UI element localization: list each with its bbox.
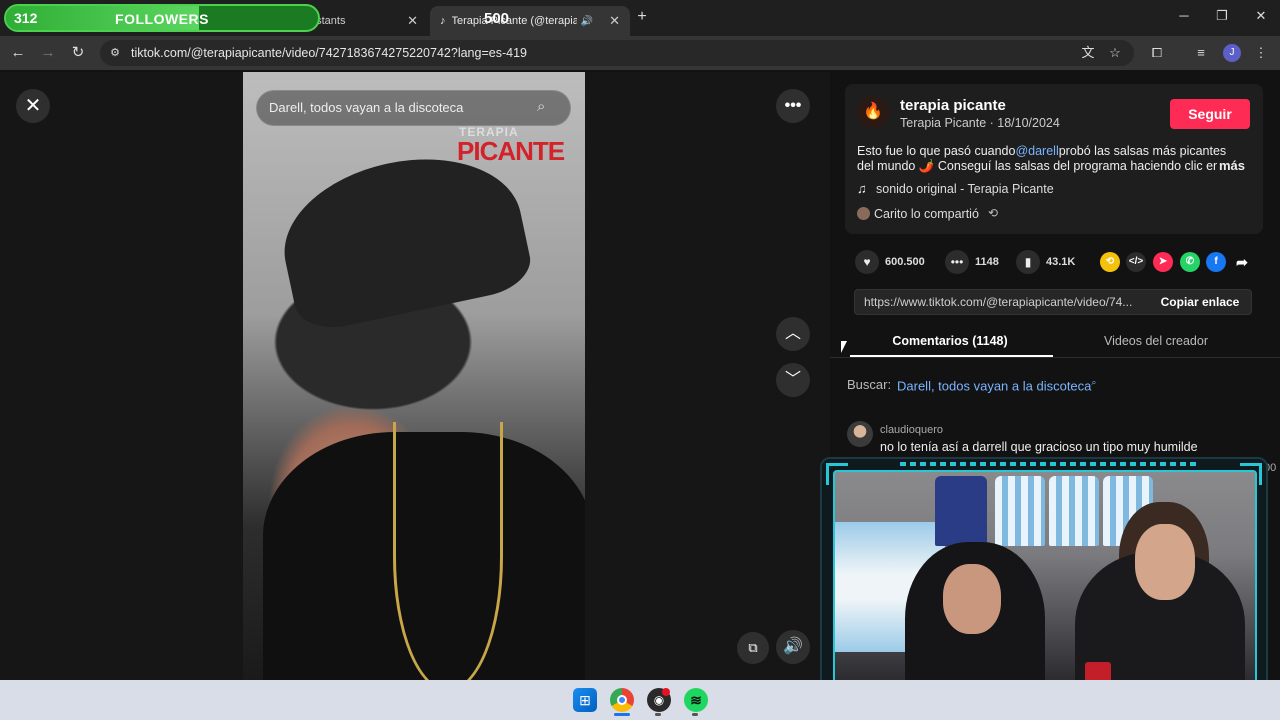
comment-icon[interactable]: •••	[945, 250, 969, 274]
media-controls-icon[interactable]: ≡	[1192, 44, 1210, 62]
streamer-right-face	[1135, 524, 1195, 600]
share-arrow-icon[interactable]: ➦	[1232, 252, 1252, 272]
back-button[interactable]: ←	[8, 43, 28, 63]
like-icon[interactable]: ♥	[855, 250, 879, 274]
copy-link-button[interactable]: Copiar enlace	[1148, 290, 1252, 314]
forward-button[interactable]: →	[38, 43, 58, 63]
video-logo-bottom: PICANTE	[457, 136, 565, 166]
music-note-icon: ♫	[857, 181, 867, 196]
app-indicator	[692, 713, 698, 716]
tab-comments[interactable]: Comentarios (1148)	[850, 334, 1050, 348]
search-suggestion-text[interactable]: Darell, todos vayan a la discoteca	[897, 378, 1091, 393]
author-avatar[interactable]: 🔥	[857, 96, 889, 128]
previous-video-button[interactable]: ︿	[776, 317, 810, 351]
commenter-avatar[interactable]	[847, 421, 873, 447]
tab-title: Terapia Picante (@terapiapi	[451, 15, 577, 27]
volume-button[interactable]: 🔊	[776, 630, 810, 664]
search-label: Buscar:	[847, 377, 892, 392]
bookmark-star-icon[interactable]: ☆	[1106, 44, 1124, 62]
spotify-icon[interactable]: ≋	[684, 688, 708, 712]
close-icon[interactable]: ✕	[407, 13, 418, 29]
frame-corner	[1240, 463, 1262, 485]
jersey-decoration	[995, 476, 1045, 546]
streamer-left-face	[943, 564, 1001, 634]
menu-icon[interactable]: ⋮	[1252, 44, 1270, 62]
search-suggestion-link[interactable]: Darell, todos vayan a la discoteca⌕	[897, 377, 1096, 393]
mouse-cursor	[841, 341, 847, 353]
comment-text: no lo tenía así a darrell que gracioso u…	[880, 440, 1198, 454]
commenter-username[interactable]: claudioquero	[880, 424, 943, 436]
reload-button[interactable]: ↻	[68, 43, 88, 63]
translate-icon[interactable]: 文	[1079, 44, 1097, 62]
more-options-button[interactable]: •••	[776, 89, 810, 123]
post-description: Esto fue lo que pasó cuando@darellprobó …	[857, 144, 1226, 158]
video-frame-chain	[393, 422, 503, 680]
description-text: probó las salsas más picantes	[1058, 144, 1227, 158]
frame-corner	[826, 463, 848, 485]
video-frame-cap	[270, 138, 536, 336]
followers-goal: 500	[484, 10, 510, 27]
embed-icon[interactable]: </>	[1126, 252, 1146, 272]
comment-count: 1148	[975, 256, 999, 268]
repost-icon: ⟲	[988, 206, 999, 220]
sound-link[interactable]: sonido original - Terapia Picante	[876, 182, 1054, 196]
like-count: 600.500	[885, 256, 925, 268]
site-info-icon[interactable]: ⚙	[106, 44, 124, 62]
webcam-feed	[833, 470, 1257, 704]
jersey-decoration	[1049, 476, 1099, 546]
bookmark-icon[interactable]: ▮	[1016, 250, 1040, 274]
tab-creator-videos[interactable]: Videos del creador	[1056, 334, 1256, 348]
save-count: 43.1K	[1046, 256, 1076, 268]
new-tab-button[interactable]: +	[632, 8, 652, 28]
windows-start-icon[interactable]: ⊞	[573, 688, 597, 712]
maximize-button[interactable]: ❐	[1211, 8, 1233, 26]
divider	[830, 357, 1280, 358]
whatsapp-icon[interactable]: ✆	[1180, 252, 1200, 272]
picture-in-picture-button[interactable]: ⧉	[737, 632, 769, 664]
tiktok-icon: ♪	[440, 15, 446, 27]
close-window-button[interactable]: ✕	[1250, 8, 1272, 26]
url-text[interactable]: tiktok.com/@terapiapicante/video/7427183…	[131, 46, 527, 60]
search-icon[interactable]: ⌕	[537, 98, 545, 115]
browser-tab-active[interactable]: ♪ Terapia Picante (@terapiapi 🔊 ✕	[430, 6, 630, 36]
speaker-icon[interactable]: 🔊	[581, 16, 593, 27]
facebook-icon[interactable]: f	[1206, 252, 1226, 272]
followers-goal-bar: 312 FOLLOWERS	[4, 4, 320, 32]
followers-label: FOLLOWERS	[115, 11, 209, 27]
recording-badge	[662, 688, 670, 696]
active-app-indicator	[614, 713, 630, 716]
next-video-button[interactable]: ﹀	[776, 363, 810, 397]
taskbar	[0, 680, 1280, 720]
video-player[interactable]: TERAPIA PICANTE	[243, 72, 585, 680]
send-icon[interactable]: ➤	[1153, 252, 1173, 272]
shared-by[interactable]: Carito lo compartió	[874, 207, 979, 221]
author-name[interactable]: terapia picante	[900, 97, 1006, 114]
close-icon[interactable]: ✕	[609, 13, 620, 29]
video-search-text[interactable]: Darell, todos vayan a la discoteca	[269, 100, 463, 115]
extensions-icon[interactable]: ⧠	[1148, 44, 1166, 62]
video-link-text[interactable]: https://www.tiktok.com/@terapiapicante/v…	[864, 295, 1144, 309]
more-link[interactable]: más	[1219, 158, 1245, 173]
search-icon: ⌕	[1091, 377, 1097, 387]
profile-avatar[interactable]: J	[1223, 44, 1241, 62]
frame-dash	[900, 462, 1200, 466]
repost-share-icon[interactable]: ⟲	[1100, 252, 1120, 272]
sharer-avatar	[857, 207, 870, 220]
mention-link[interactable]: @darell	[1015, 144, 1058, 158]
chrome-icon-center	[617, 695, 627, 705]
follow-button[interactable]: Seguir	[1170, 99, 1250, 129]
description-text: Esto fue lo que pasó cuando	[857, 144, 1016, 158]
close-video-button[interactable]: ✕	[16, 89, 50, 123]
app-indicator	[655, 713, 661, 716]
description-line: del mundo 🌶️ Conseguí las salsas del pro…	[857, 159, 1217, 173]
author-subtitle: Terapia Picante · 18/10/2024	[900, 116, 1060, 130]
minimize-button[interactable]: ─	[1173, 8, 1195, 26]
jersey-decoration	[935, 476, 987, 546]
